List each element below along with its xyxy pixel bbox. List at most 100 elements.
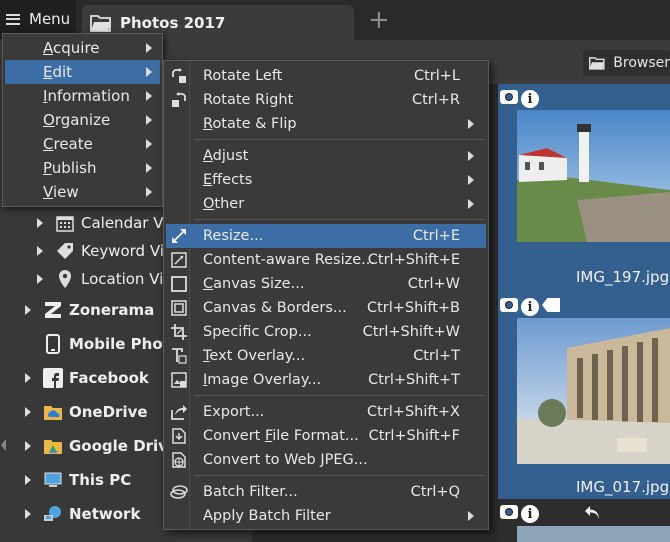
menu-item-rotate-flip[interactable]: Rotate & Flip: [166, 112, 486, 136]
thumbnail-image[interactable]: [517, 526, 670, 542]
menu-item-convert-web-jpeg[interactable]: Convert to Web JPEG...: [166, 448, 486, 472]
camera-icon: [500, 90, 518, 104]
menu-item-content-aware-resize[interactable]: Content-aware Resize... Ctrl+Shift+E: [166, 248, 486, 272]
menu-item-text-overlay[interactable]: Text Overlay... Ctrl+T: [166, 344, 486, 368]
calendar-icon: [55, 213, 75, 233]
image-overlay-icon: [170, 371, 188, 389]
tag-icon: [542, 298, 560, 312]
menu-item-publish[interactable]: Publish: [5, 156, 160, 180]
export-icon: [170, 403, 188, 421]
nav-item-onedrive[interactable]: OneDrive: [25, 402, 148, 422]
network-icon: [43, 504, 63, 524]
nav-item-label: Zonerama: [69, 301, 155, 319]
menu-item-resize[interactable]: Resize... Ctrl+E: [166, 224, 486, 248]
menu-item-create[interactable]: Create: [5, 132, 160, 156]
menu-item-canvas-size[interactable]: Canvas Size... Ctrl+W: [166, 272, 486, 296]
nav-item-facebook[interactable]: Facebook: [25, 368, 149, 388]
computer-icon: [43, 470, 63, 490]
menu-item-information[interactable]: Information: [5, 84, 160, 108]
submenu-arrow-icon: [468, 175, 474, 185]
rotate-right-icon: [170, 91, 188, 109]
info-icon: i: [521, 90, 539, 108]
menu-item-rotate-left[interactable]: Rotate Left Ctrl+L: [166, 64, 486, 88]
tab-title: Photos 2017: [120, 13, 226, 32]
submenu-arrow-icon: [468, 511, 474, 521]
phone-icon: [43, 334, 63, 354]
nav-item-this-pc[interactable]: This PC: [25, 470, 131, 490]
submenu-arrow-icon: [146, 115, 152, 125]
menu-item-effects[interactable]: Effects: [166, 168, 486, 192]
menu-item-apply-batch-filter[interactable]: Apply Batch Filter: [166, 504, 486, 528]
submenu-arrow-icon: [146, 163, 152, 173]
menu-item-organize[interactable]: Organize: [5, 108, 160, 132]
thumbnail-image[interactable]: [517, 318, 670, 464]
expand-arrow-icon[interactable]: [25, 407, 31, 417]
location-icon: [55, 269, 75, 289]
expand-arrow-icon[interactable]: [37, 218, 43, 228]
content-aware-resize-icon: [170, 251, 188, 269]
browser-button[interactable]: Browser: [583, 50, 670, 76]
menu-item-adjust[interactable]: Adjust: [166, 144, 486, 168]
camera-icon: [500, 505, 518, 519]
nav-item-label: OneDrive: [69, 403, 148, 421]
expand-arrow-icon[interactable]: [37, 274, 43, 284]
browser-button-label: Browser: [613, 55, 670, 71]
info-icon: i: [521, 505, 539, 523]
menu-item-view[interactable]: View: [5, 180, 160, 204]
expand-arrow-icon[interactable]: [25, 373, 31, 383]
menu-item-other[interactable]: Other: [166, 192, 486, 216]
resize-icon: [170, 227, 188, 245]
submenu-arrow-icon: [146, 67, 152, 77]
expand-arrow-icon[interactable]: [25, 441, 31, 451]
text-overlay-icon: [170, 347, 188, 365]
google-drive-icon: [43, 436, 63, 456]
main-menu: Acquire Edit Information Organize Create…: [2, 33, 163, 207]
menu-item-rotate-right[interactable]: Rotate Right Ctrl+R: [166, 88, 486, 112]
thumbnail-filename: IMG_197.jpg: [576, 268, 670, 286]
zonerama-icon: [43, 300, 63, 320]
menu-item-export[interactable]: Export... Ctrl+Shift+X: [166, 400, 486, 424]
tag-icon: [55, 241, 75, 261]
canvas-borders-icon: [170, 299, 188, 317]
collapse-panel-icon[interactable]: [0, 434, 6, 456]
submenu-arrow-icon: [468, 151, 474, 161]
nav-item-zonerama[interactable]: Zonerama: [25, 300, 154, 320]
thumbnail-image[interactable]: [517, 110, 670, 242]
thumbnail-filename: IMG_017.jpg: [576, 478, 670, 496]
menu-item-edit[interactable]: Edit: [5, 60, 160, 84]
menu-item-acquire[interactable]: Acquire: [5, 36, 160, 60]
hamburger-icon: [6, 13, 20, 25]
submenu-arrow-icon: [468, 199, 474, 209]
menu-item-image-overlay[interactable]: Image Overlay... Ctrl+Shift+T: [166, 368, 486, 392]
nav-item-network[interactable]: Network: [25, 504, 140, 524]
nav-item-label: Network: [69, 505, 141, 523]
nav-item-google-drive[interactable]: Google Drive: [25, 436, 178, 456]
submenu-arrow-icon: [146, 43, 152, 53]
info-icon: i: [521, 298, 539, 316]
expand-arrow-icon[interactable]: [25, 305, 31, 315]
nav-item-label: This PC: [69, 471, 132, 489]
menu-item-convert-file-format[interactable]: Convert File Format... Ctrl+Shift+F: [166, 424, 486, 448]
undo-icon[interactable]: [584, 504, 602, 522]
convert-format-icon: [170, 427, 188, 445]
expand-arrow-icon[interactable]: [25, 509, 31, 519]
expand-arrow-icon[interactable]: [25, 475, 31, 485]
facebook-icon: [43, 368, 63, 388]
expand-arrow-icon[interactable]: [37, 246, 43, 256]
folder-icon: [589, 57, 605, 70]
submenu-arrow-icon: [146, 187, 152, 197]
menu-item-batch-filter[interactable]: Batch Filter... Ctrl+Q: [166, 480, 486, 504]
menu-button-label: Menu: [29, 10, 71, 28]
new-tab-button[interactable]: +: [368, 7, 390, 33]
rotate-left-icon: [170, 67, 188, 85]
onedrive-icon: [43, 402, 63, 422]
canvas-size-icon: [170, 275, 188, 293]
menu-item-specific-crop[interactable]: Specific Crop... Ctrl+Shift+W: [166, 320, 486, 344]
camera-icon: [500, 298, 518, 312]
submenu-arrow-icon: [468, 119, 474, 129]
web-jpeg-icon: [170, 451, 188, 469]
submenu-arrow-icon: [146, 91, 152, 101]
menu-item-canvas-borders[interactable]: Canvas & Borders... Ctrl+Shift+B: [166, 296, 486, 320]
nav-item-label: Facebook: [69, 369, 149, 387]
nav-item-label: Google Drive: [69, 437, 179, 455]
